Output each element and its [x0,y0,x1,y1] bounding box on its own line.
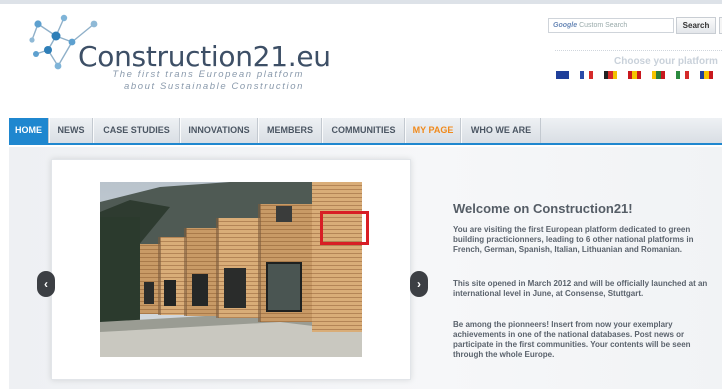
italy-flag-icon[interactable] [676,71,689,79]
google-label: Google [553,22,578,29]
germany-flag-icon[interactable] [604,71,617,79]
highlight-box [320,211,369,245]
nav-my-page[interactable]: MY PAGE [405,118,461,143]
tagline: The first trans European platform about … [84,69,304,93]
nav-home[interactable]: HOME [9,118,49,143]
main-nav: HOME NEWS CASE STUDIES INNOVATIONS MEMBE… [9,118,722,145]
search-input[interactable]: Google Custom Search [548,18,674,33]
nav-communities[interactable]: COMMUNITIES [322,118,405,143]
slider-image[interactable] [100,182,362,357]
lithuania-flag-icon[interactable] [652,71,665,79]
platform-flags [556,71,713,79]
search-placeholder: Custom Search [579,22,628,29]
site-logo[interactable]: Construction21.eu The first trans Europe… [28,10,331,100]
nav-innovations[interactable]: INNOVATIONS [180,118,258,143]
france-flag-icon[interactable] [580,71,593,79]
top-strip [0,0,722,4]
choose-platform-label: Choose your platform [614,56,718,67]
wooden-houses-image [100,182,362,357]
romania-flag-icon[interactable] [700,71,713,79]
slider-prev-button[interactable]: ‹ [37,271,55,297]
welcome-paragraph-1: You are visiting the first European plat… [453,225,694,254]
tagline-line-1: The first trans European platform [112,69,304,80]
welcome-title: Welcome on Construction21! [453,201,633,216]
nav-who-we-are[interactable]: WHO WE ARE [461,118,541,143]
welcome-paragraph-2: This site opened in March 2012 and will … [453,279,708,298]
search-button[interactable]: Search [676,17,716,34]
page: { "header": { "logo_main": "Construction… [0,0,722,389]
eu-flag-icon[interactable] [556,71,569,79]
nav-case-studies[interactable]: CASE STUDIES [93,118,180,143]
welcome-paragraph-3: Be among the pionneers! Insert from now … [453,320,691,359]
nav-news[interactable]: NEWS [49,118,93,143]
slider-next-button[interactable]: › [410,271,428,297]
header-divider [555,50,722,51]
spain-flag-icon[interactable] [628,71,641,79]
tagline-line-2: about Sustainable Construction [123,81,304,92]
nav-members[interactable]: MEMBERS [258,118,322,143]
